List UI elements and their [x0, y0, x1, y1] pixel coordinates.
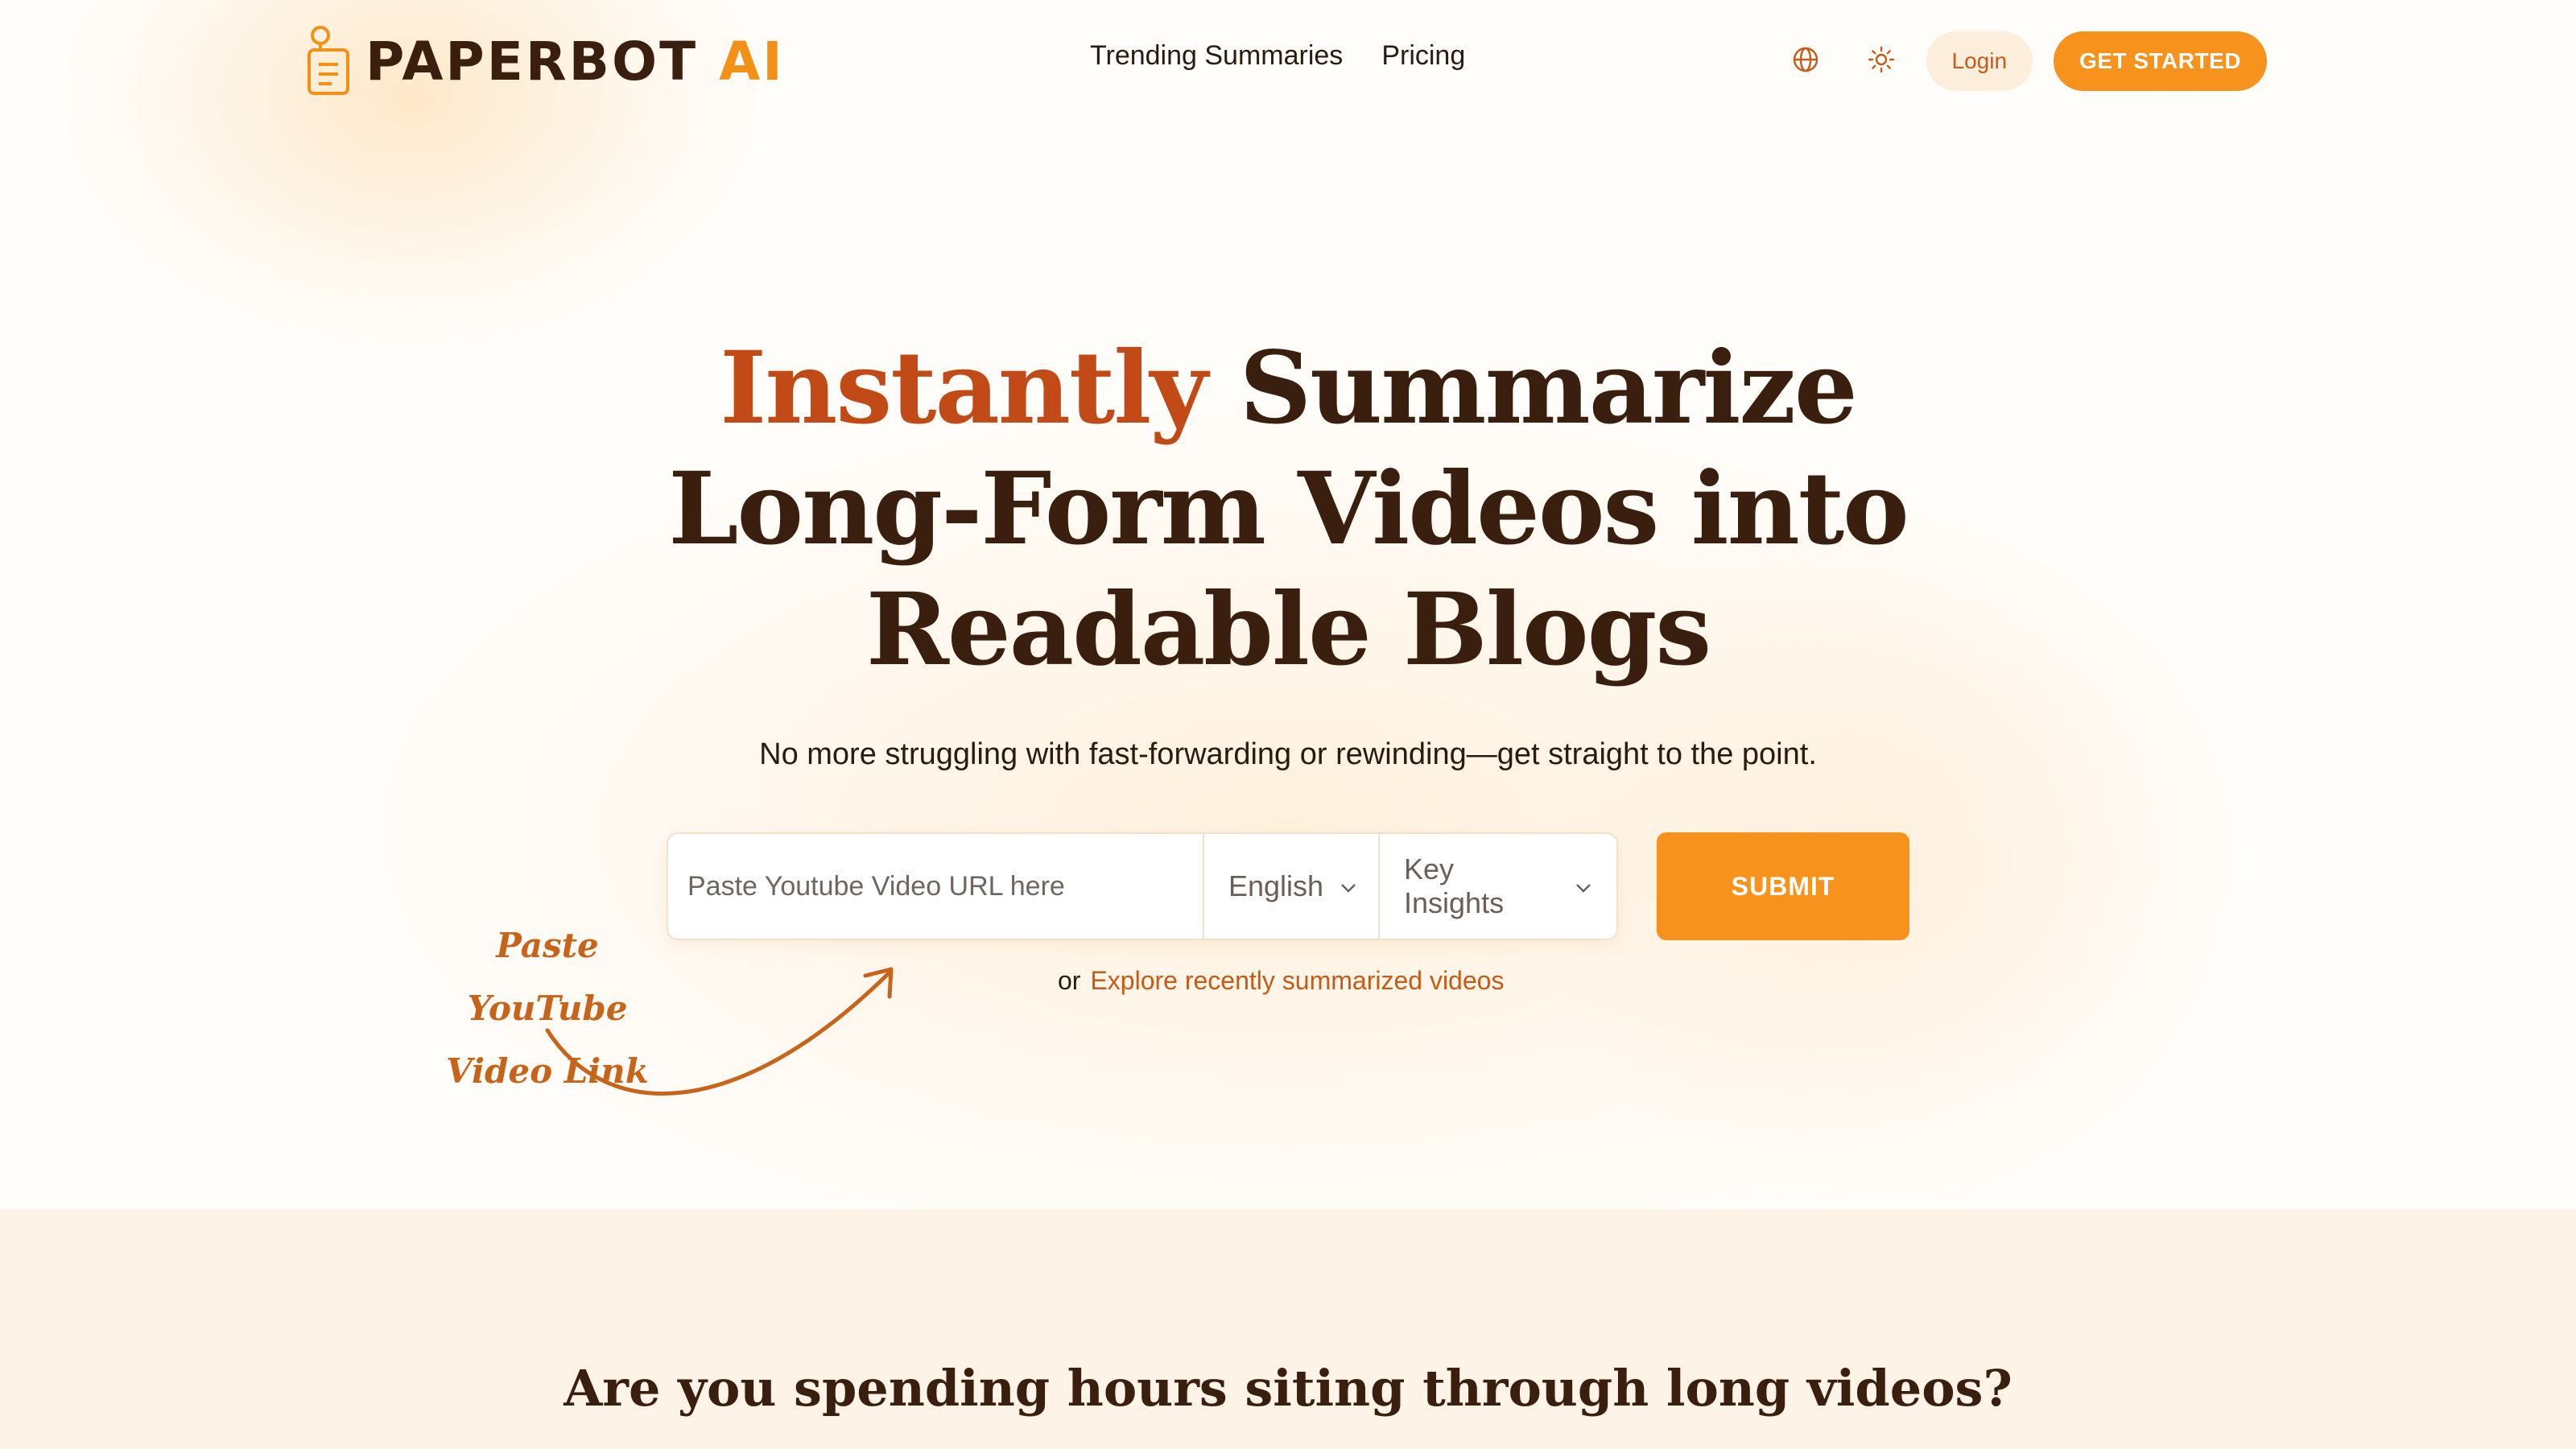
- brand-logo[interactable]: PAPERBOT AI: [306, 24, 785, 98]
- summary-mode-select[interactable]: Key Insights: [1378, 834, 1616, 939]
- problem-section-title: Are you spending hours siting through lo…: [564, 1359, 2013, 1418]
- main-nav: Trending Summaries Pricing: [1090, 40, 1465, 72]
- chevron-down-icon: [1340, 874, 1357, 899]
- theme-toggle-button[interactable]: [1856, 31, 1907, 92]
- summarize-form: English Key Insights: [667, 832, 1618, 940]
- language-select[interactable]: English: [1203, 834, 1378, 939]
- hero-title-line2: Long-Form Videos into: [668, 451, 1909, 568]
- chevron-down-icon: [1575, 874, 1592, 899]
- nav-actions: Login GET STARTED: [1780, 31, 2267, 92]
- sun-icon: [1868, 46, 1895, 77]
- language-select-value: English: [1228, 869, 1324, 902]
- problem-section: Are you spending hours siting through lo…: [0, 1209, 2576, 1449]
- language-button[interactable]: [1780, 31, 1831, 92]
- top-navbar: PAPERBOT AI Trending Summaries Pricing L…: [0, 0, 2576, 122]
- hero-title-line1: Summarize: [1206, 330, 1858, 447]
- nav-link-pricing[interactable]: Pricing: [1381, 40, 1465, 72]
- explore-row: or Explore recently summarized videos: [1058, 966, 1504, 996]
- brand-name: PAPERBOT AI: [365, 30, 785, 93]
- login-button[interactable]: Login: [1926, 31, 2033, 91]
- document-robot-icon: [306, 26, 351, 97]
- summary-mode-value: Key Insights: [1404, 852, 1505, 919]
- globe-icon: [1792, 46, 1819, 77]
- nav-link-trending-summaries[interactable]: Trending Summaries: [1090, 40, 1343, 72]
- submit-button[interactable]: SUBMIT: [1657, 832, 1909, 940]
- hero-title: Instantly Summarize Long-Form Videos int…: [483, 328, 2093, 691]
- curved-arrow-icon: [545, 967, 894, 1096]
- or-text: or: [1058, 966, 1081, 995]
- explore-recent-link[interactable]: Explore recently summarized videos: [1090, 966, 1504, 995]
- hero-subtitle: No more struggling with fast-forwarding …: [759, 737, 1817, 771]
- hero-title-accent: Instantly: [720, 330, 1208, 447]
- video-url-input[interactable]: [668, 834, 1203, 939]
- get-started-button[interactable]: GET STARTED: [2054, 31, 2267, 91]
- hero-title-line3: Readable Blogs: [865, 572, 1711, 688]
